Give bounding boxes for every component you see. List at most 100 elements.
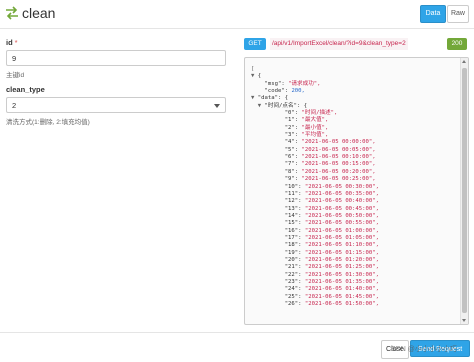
required-marker: *	[14, 38, 18, 47]
json-string-value: "平均值",	[301, 132, 329, 139]
json-string-value: "2021-06-05 00:20:00",	[301, 168, 376, 175]
json-line: "16": "2021-06-05 01:00:00",	[251, 228, 379, 235]
json-string-value: "2021-06-05 01:05:00",	[304, 234, 379, 241]
json-line: "18": "2021-06-05 01:10:00",	[251, 242, 379, 249]
json-string-value: "2021-06-05 00:35:00",	[304, 190, 379, 197]
json-key: "时间/点名": {	[264, 102, 308, 109]
json-line: "9": "2021-06-05 00:25:00",	[251, 176, 379, 183]
json-line: "26": "2021-06-05 01:50:00",	[251, 301, 379, 308]
json-key: "22":	[284, 271, 305, 278]
json-key: "11":	[284, 190, 305, 197]
json-string-value: "2021-06-05 00:40:00",	[304, 198, 379, 205]
json-line: "25": "2021-06-05 01:45:00",	[251, 294, 379, 301]
json-string-value: "最大值",	[301, 117, 329, 124]
json-key: "26":	[284, 301, 305, 307]
json-key: "code":	[264, 88, 292, 95]
header: clean Data Raw	[0, 0, 474, 29]
json-key: "msg":	[264, 80, 289, 87]
json-string-value: "2021-06-05 01:40:00",	[304, 286, 379, 293]
json-line: "15": "2021-06-05 00:55:00",	[251, 220, 379, 227]
json-line: "3": "平均值",	[251, 132, 379, 139]
json-line: "10": "2021-06-05 00:30:00",	[251, 184, 379, 191]
scroll-up-icon[interactable]	[462, 60, 466, 63]
json-key: "15":	[284, 220, 305, 227]
json-key: "19":	[284, 249, 305, 256]
json-string-value: "2021-06-05 01:20:00",	[304, 256, 379, 263]
json-string-value: "2021-06-05 01:35:00",	[304, 278, 379, 285]
json-line: "23": "2021-06-05 01:35:00",	[251, 279, 379, 286]
arrows-swap-icon	[6, 6, 18, 20]
json-line: "msg": "请求成功",	[251, 81, 379, 88]
json-line: "13": "2021-06-05 00:45:00",	[251, 206, 379, 213]
json-key: "2":	[284, 124, 302, 131]
json-line: ▼ {	[251, 73, 379, 80]
clean-type-select[interactable]: 2	[6, 97, 226, 113]
page-title: clean	[22, 5, 56, 21]
json-string-value: "2021-06-05 00:45:00",	[304, 205, 379, 212]
json-key: "14":	[284, 212, 305, 219]
json-string-value: "2021-06-05 01:25:00",	[304, 264, 379, 271]
json-string-value: "2021-06-05 01:30:00",	[304, 271, 379, 278]
json-string-value: "2021-06-05 00:15:00",	[301, 161, 376, 168]
collapse-toggle-icon[interactable]: ▼	[251, 95, 258, 101]
json-key: "data": {	[257, 95, 289, 102]
json-line: ▼ "data": {	[251, 95, 379, 102]
collapse-toggle-icon[interactable]: ▼	[251, 73, 258, 79]
response-json-viewer[interactable]: [▼ { "msg": "请求成功", "code": 200, ▼ "data"…	[244, 57, 469, 325]
json-key: "23":	[284, 278, 305, 285]
json-string-value: "最小值",	[301, 124, 329, 131]
json-string-value: "2021-06-05 00:50:00",	[304, 212, 379, 219]
json-line: "8": "2021-06-05 00:20:00",	[251, 169, 379, 176]
json-line: "20": "2021-06-05 01:20:00",	[251, 257, 379, 264]
json-line: "1": "最大值",	[251, 117, 379, 124]
json-line: "14": "2021-06-05 00:50:00",	[251, 213, 379, 220]
json-string-value: "2021-06-05 00:55:00",	[304, 220, 379, 227]
json-line: "code": 200,	[251, 88, 379, 95]
scrollbar-thumb[interactable]	[462, 68, 467, 313]
json-line: ▼ "时间/点名": {	[251, 103, 379, 110]
json-line: "12": "2021-06-05 00:40:00",	[251, 198, 379, 205]
json-key: "6":	[284, 154, 302, 161]
json-string-value: "2021-06-05 00:10:00",	[301, 154, 376, 161]
status-badge: 200	[447, 38, 467, 50]
json-key: "8":	[284, 168, 302, 175]
id-label: id *	[6, 38, 18, 47]
json-line: "22": "2021-06-05 01:30:00",	[251, 272, 379, 279]
json-key: "7":	[284, 161, 302, 168]
scroll-down-icon[interactable]	[462, 319, 466, 322]
request-url: /api/v1/ImportExcel/clean/?id=9&clean_ty…	[270, 38, 408, 50]
tab-data[interactable]: Data	[420, 5, 446, 23]
id-input[interactable]: 9	[6, 50, 226, 66]
json-key: "12":	[284, 198, 305, 205]
json-string-value: "2021-06-05 01:00:00",	[304, 227, 379, 234]
json-key: "10":	[284, 183, 305, 190]
json-key: "21":	[284, 264, 305, 271]
json-bracket: [	[251, 66, 255, 72]
json-string-value: "2021-06-05 01:50:00",	[304, 301, 379, 307]
json-string-value: "2021-06-05 00:05:00",	[301, 146, 376, 153]
id-label-text: id	[6, 38, 13, 47]
tab-raw[interactable]: Raw	[447, 5, 469, 23]
json-string-value: "请求成功",	[288, 80, 321, 87]
json-number-value: 200,	[291, 88, 305, 95]
json-key: "25":	[284, 293, 305, 300]
collapse-toggle-icon[interactable]: ▼	[251, 103, 264, 109]
json-line: "21": "2021-06-05 01:25:00",	[251, 264, 379, 271]
chevron-down-icon	[214, 104, 220, 108]
watermark: CSDN @小小小小小巧	[386, 346, 457, 353]
json-line: "2": "最小值",	[251, 125, 379, 132]
json-line: "7": "2021-06-05 00:15:00",	[251, 161, 379, 168]
json-key: "9":	[284, 176, 302, 183]
json-key: "20":	[284, 256, 305, 263]
json-string-value: "2021-06-05 00:30:00",	[304, 183, 379, 190]
json-string-value: "2021-06-05 00:00:00",	[301, 139, 376, 146]
method-badge: GET	[244, 38, 266, 50]
json-line: [	[251, 66, 379, 73]
json-line: "11": "2021-06-05 00:35:00",	[251, 191, 379, 198]
json-key: "24":	[284, 286, 305, 293]
clean-type-help-text: 清洗方式(1:删除, 2:填充均值)	[6, 119, 90, 126]
clean-type-label: clean_type	[6, 85, 45, 94]
json-key: {	[257, 73, 262, 80]
vertical-scrollbar[interactable]	[460, 58, 468, 324]
json-line: "4": "2021-06-05 00:00:00",	[251, 139, 379, 146]
